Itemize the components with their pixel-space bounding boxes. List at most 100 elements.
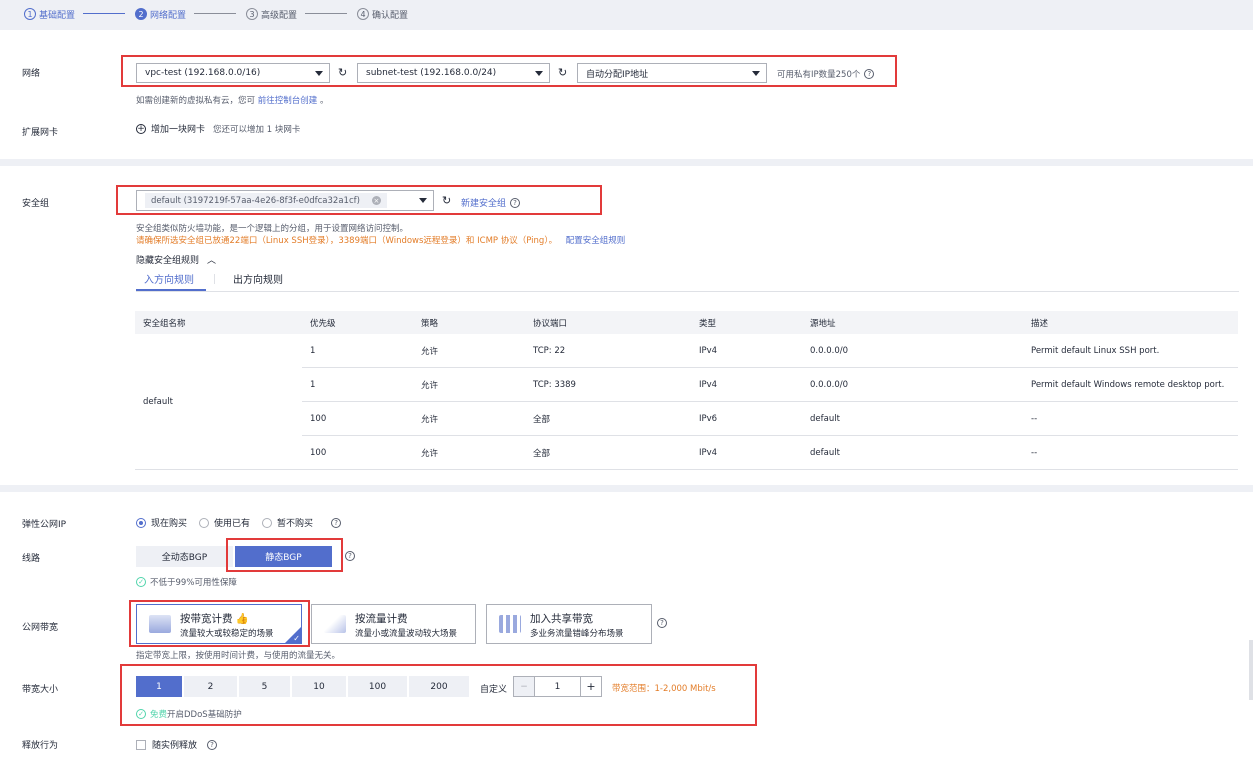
traffic-icon xyxy=(324,615,346,633)
bandwidth-option-5[interactable]: 5 xyxy=(239,676,290,697)
card-title: 加入共享带宽 xyxy=(530,613,593,625)
bandwidth-option-2[interactable]: 2 xyxy=(184,676,237,697)
refresh-icon[interactable]: ↻ xyxy=(558,66,567,79)
config-rules-link[interactable]: 配置安全组规则 xyxy=(566,236,626,246)
radio-buy-now[interactable]: 现在购买 xyxy=(136,516,187,529)
bandwidth-option-10[interactable]: 10 xyxy=(292,676,346,697)
help-icon[interactable]: ? xyxy=(207,739,218,750)
hide-rules-toggle[interactable]: 隐藏安全组规则 ︿ xyxy=(136,253,216,266)
card-by-traffic[interactable]: 按流量计费 流量小或流量波动较大场景 xyxy=(311,604,476,644)
check-icon: ✓ xyxy=(293,634,300,643)
card-title-text: 按带宽计费 xyxy=(180,613,233,625)
network-panel: 网络 vpc-test (192.168.0.0/16) ↻ subnet-te… xyxy=(0,30,1253,159)
vpc-hint-text: 如需创建新的虚拟私有云，您可 xyxy=(136,96,256,106)
minus-icon[interactable]: − xyxy=(514,677,535,696)
step-bar: 1 基础配置 2 网络配置 3 高级配置 4 确认配置 xyxy=(0,0,1253,28)
security-warning: 请确保所选安全组已放通22端口（Linux SSH登录），3389端口（Wind… xyxy=(136,234,625,246)
release-option-label: 随实例释放 xyxy=(152,741,198,751)
group-name-cell: default xyxy=(135,334,302,470)
create-vpc-link[interactable]: 前往控制台创建 xyxy=(258,96,318,106)
priority-cell: 1 xyxy=(302,334,413,368)
help-icon[interactable]: ? xyxy=(657,618,667,628)
bandwidth-range: 带宽范围：1-2,000 Mbit/s xyxy=(612,684,716,694)
bandwidth-option-200[interactable]: 200 xyxy=(409,676,469,697)
check-circle-icon: ✓ xyxy=(136,577,146,587)
help-icon[interactable]: ? xyxy=(864,69,875,79)
step-advanced[interactable]: 3 高级配置 xyxy=(246,6,297,22)
col-header: 描述 xyxy=(1023,311,1238,334)
tag-close-icon[interactable]: × xyxy=(371,196,381,205)
desc-cell: -- xyxy=(1023,435,1238,470)
step-connector xyxy=(194,13,236,14)
chevron-down-icon xyxy=(535,71,543,76)
type-cell: IPv4 xyxy=(691,334,802,368)
card-shared-bandwidth[interactable]: 加入共享带宽 多业务流量错峰分布场景 xyxy=(486,604,652,644)
source-link[interactable]: default xyxy=(802,435,1023,470)
vpc-hint: 如需创建新的虚拟私有云，您可 前往控制台创建 。 xyxy=(136,94,328,106)
ddos-text: 开启DDoS基础防护 xyxy=(167,710,242,720)
radio-label: 暂不购买 xyxy=(277,519,314,529)
eip-radio-group: 现在购买 使用已有 暂不购买 ? xyxy=(136,516,342,529)
step-connector xyxy=(83,13,125,14)
port-cell: TCP: 3389 xyxy=(525,367,691,402)
table-row: default 1 允许 TCP: 22 IPv4 0.0.0.0/0 Perm… xyxy=(135,334,1238,470)
security-group-select[interactable]: default (3197219f-57aa-4e26-8f3f-e0dfca3… xyxy=(136,190,434,211)
tab-inbound[interactable]: 入方向规则 xyxy=(144,271,194,286)
tab-baseline xyxy=(136,291,1239,292)
policy-cell: 允许 xyxy=(413,435,525,470)
priority-cell: 100 xyxy=(302,401,413,436)
step-confirm[interactable]: 4 确认配置 xyxy=(357,6,408,22)
step-network[interactable]: 2 网络配置 xyxy=(135,6,186,22)
step-basic[interactable]: 1 基础配置 xyxy=(24,6,75,22)
chevron-down-icon xyxy=(419,198,427,203)
chevron-up-icon: ︿ xyxy=(207,256,217,266)
card-desc: 多业务流量错峰分布场景 xyxy=(530,629,624,639)
chevron-down-icon xyxy=(752,71,760,76)
line-static-bgp[interactable]: 静态BGP xyxy=(235,546,332,567)
help-icon[interactable]: ? xyxy=(331,517,342,528)
line-guarantee: ✓ 不低于99%可用性保障 xyxy=(136,576,237,588)
card-desc: 流量小或流量波动较大场景 xyxy=(355,629,458,639)
bandwidth-stepper[interactable]: − 1 + xyxy=(513,676,602,697)
bandwidth-value[interactable]: 1 xyxy=(535,682,580,692)
step-number: 4 xyxy=(357,8,369,20)
line-dynamic-bgp[interactable]: 全动态BGP xyxy=(136,546,233,567)
step-label: 高级配置 xyxy=(261,10,298,21)
bandwidth-option-100[interactable]: 100 xyxy=(348,676,407,697)
source-link[interactable]: default xyxy=(802,401,1023,436)
col-header: 策略 xyxy=(413,311,525,334)
radio-dot xyxy=(262,517,273,528)
port-cell: 全部 xyxy=(525,401,691,436)
shared-bandwidth-icon xyxy=(499,615,521,633)
release-checkbox[interactable] xyxy=(136,739,146,750)
hide-rules-label: 隐藏安全组规则 xyxy=(136,256,200,266)
ip-mode-select[interactable]: 自动分配IP地址 xyxy=(577,63,767,83)
subnet-select[interactable]: subnet-test (192.168.0.0/24) xyxy=(357,63,550,83)
radio-use-existing[interactable]: 使用已有 xyxy=(199,516,250,529)
refresh-icon[interactable]: ↻ xyxy=(338,66,347,79)
new-security-group-link[interactable]: 新建安全组 xyxy=(461,196,506,209)
help-icon[interactable]: ? xyxy=(510,197,521,208)
plus-icon[interactable]: + xyxy=(580,677,601,696)
card-by-bandwidth[interactable]: 按带宽计费 👍 流量较大或较稳定的场景 ✓ xyxy=(136,604,302,644)
source-cell: 0.0.0.0/0 xyxy=(802,334,1023,368)
step-number: 1 xyxy=(24,8,36,20)
bandwidth-option-1[interactable]: 1 xyxy=(136,676,182,697)
security-group-tag-text: default (3197219f-57aa-4e26-8f3f-e0dfca3… xyxy=(151,195,360,206)
help-icon[interactable]: ? xyxy=(345,551,355,561)
col-header: 类型 xyxy=(691,311,802,334)
vpc-select[interactable]: vpc-test (192.168.0.0/16) xyxy=(136,63,330,83)
step-label: 确认配置 xyxy=(372,10,409,21)
bandwidth-type-label: 公网带宽 xyxy=(22,623,59,633)
desc-cell: -- xyxy=(1023,401,1238,436)
scrollbar[interactable] xyxy=(1249,640,1253,700)
available-ip-text: 可用私有IP数量250个 xyxy=(777,70,861,80)
add-nic[interactable]: + 增加一块网卡 您还可以增加 1 块网卡 xyxy=(136,122,300,135)
refresh-icon[interactable]: ↻ xyxy=(442,194,451,207)
release-option: 随实例释放 ? xyxy=(136,738,218,751)
radio-dot xyxy=(136,517,146,528)
tab-outbound[interactable]: 出方向规则 xyxy=(233,271,283,286)
eip-label: 弹性公网IP xyxy=(22,520,67,530)
vpc-value: vpc-test (192.168.0.0/16) xyxy=(145,68,261,78)
radio-not-buy[interactable]: 暂不购买 xyxy=(262,516,313,529)
